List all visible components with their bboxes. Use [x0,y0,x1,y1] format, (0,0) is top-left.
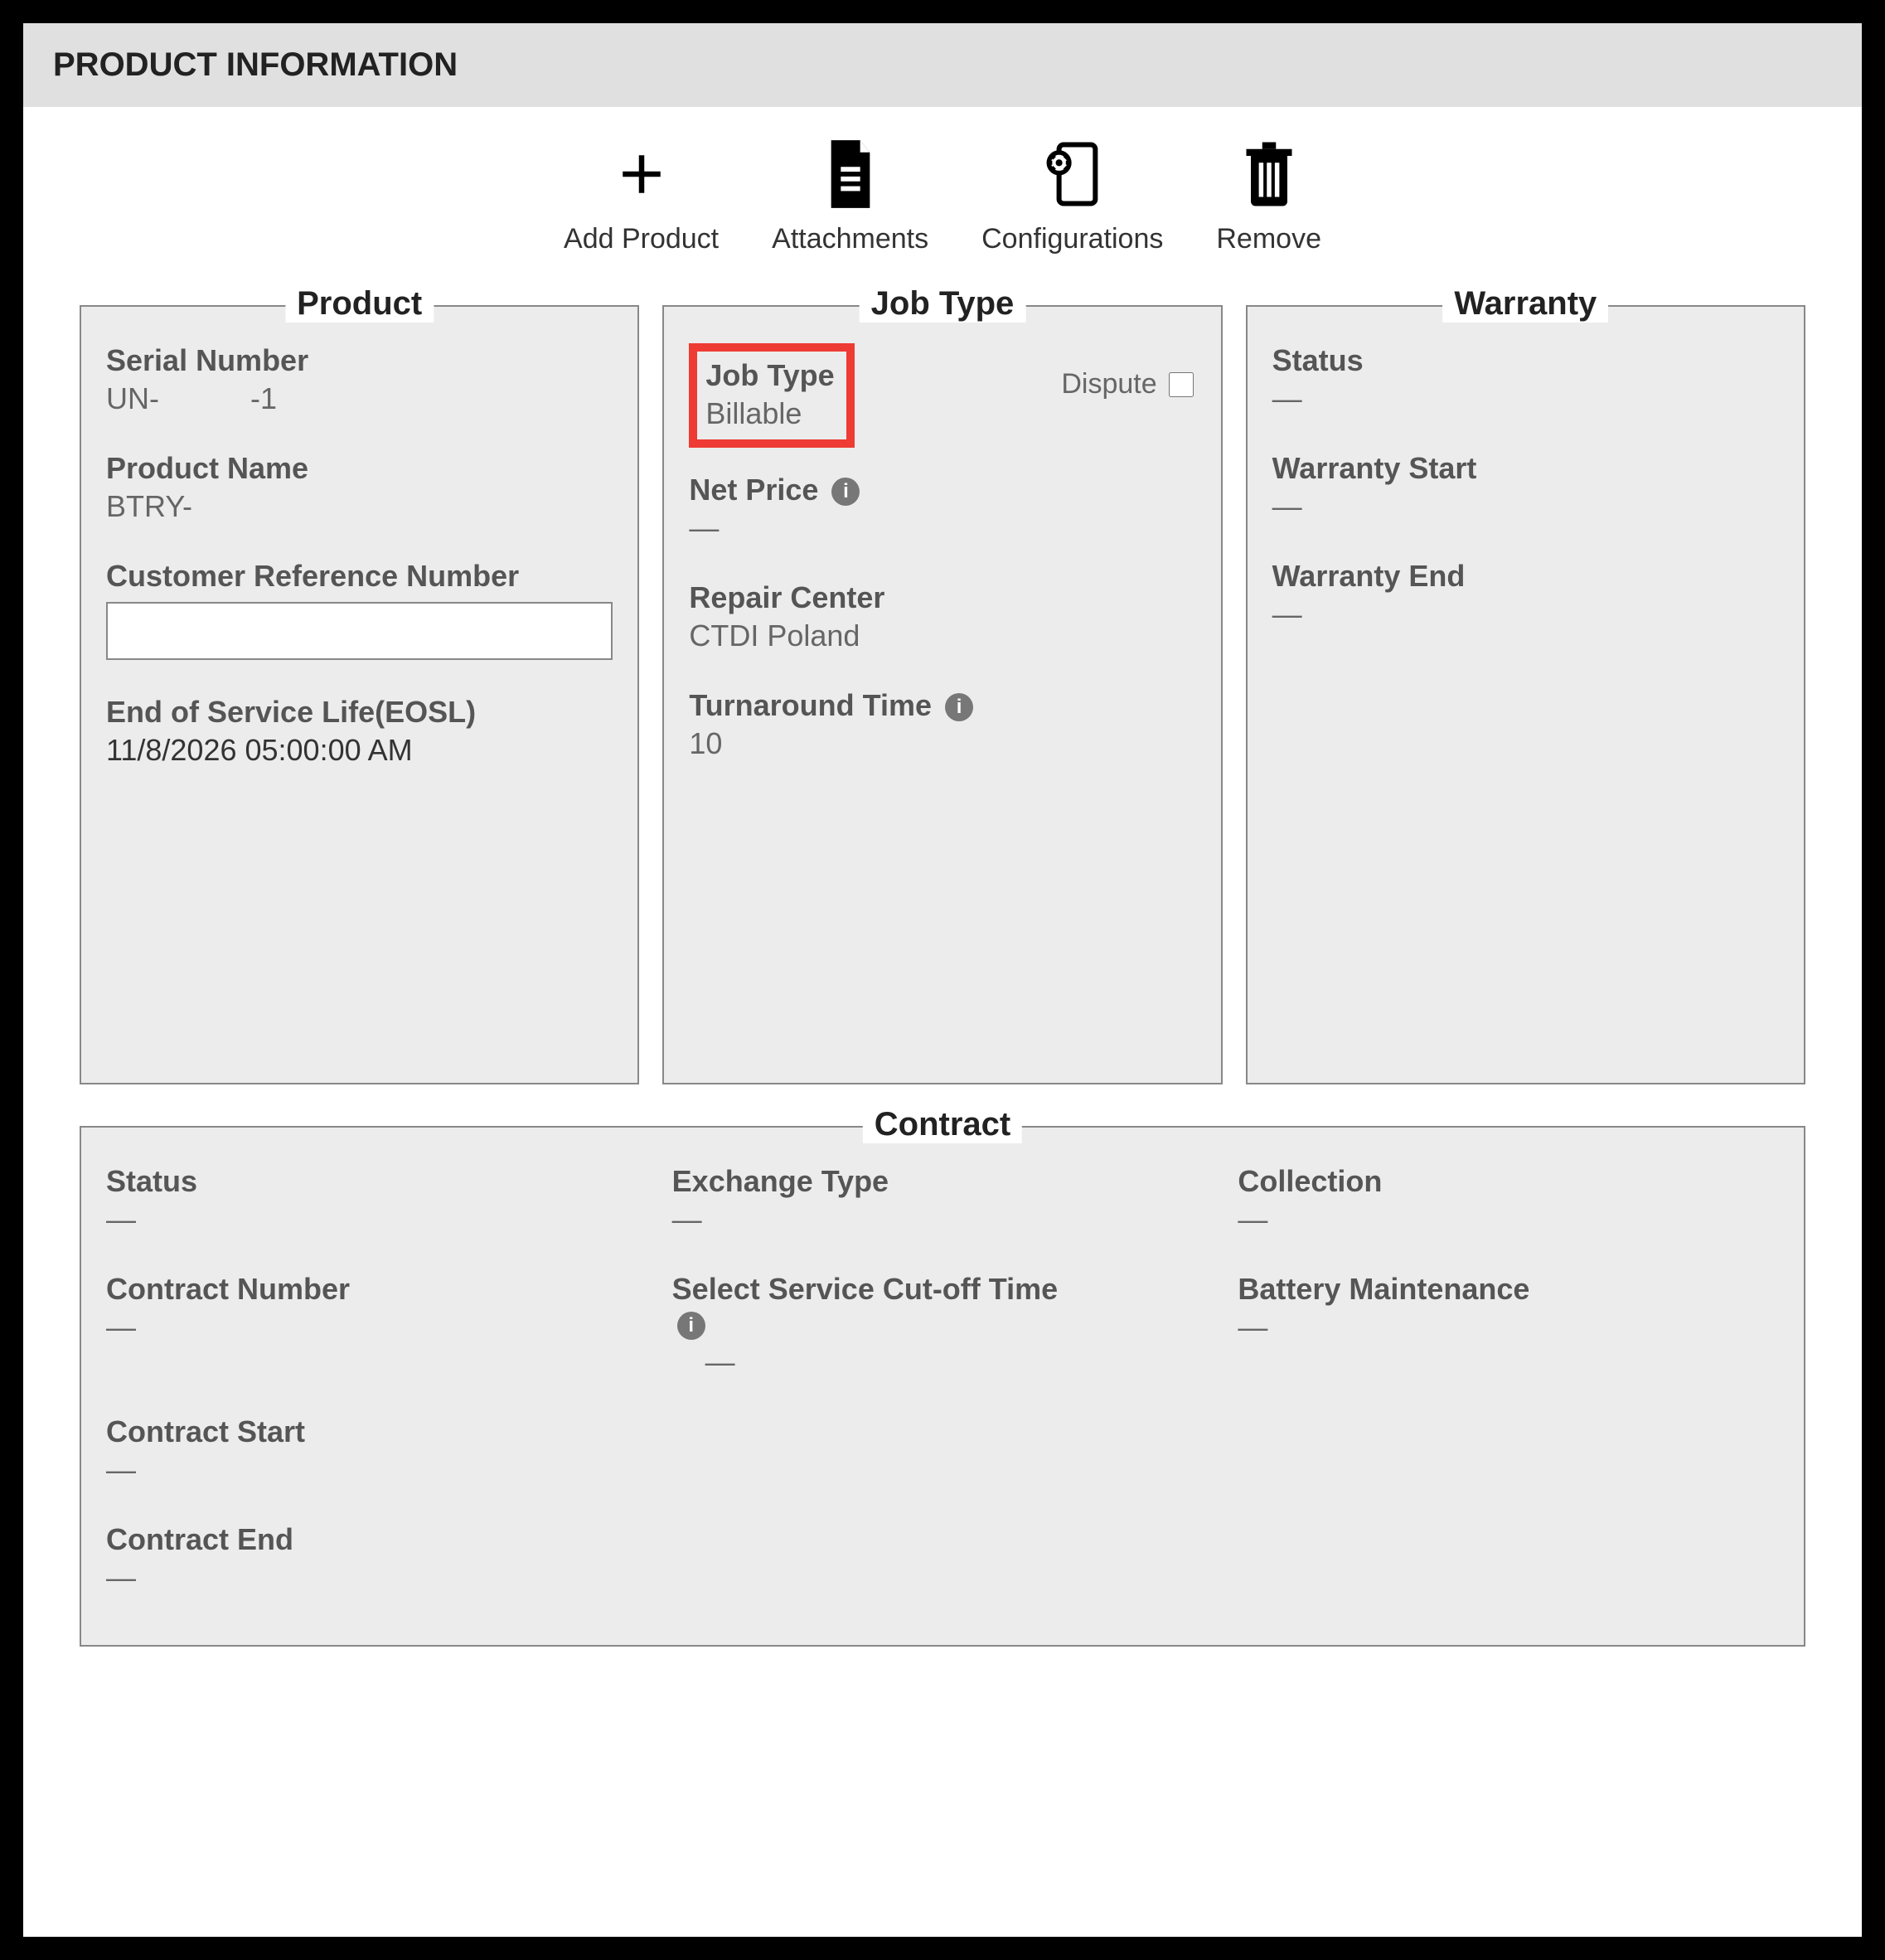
job-type-highlight: Job Type Billable [689,343,854,448]
trash-icon [1242,137,1296,211]
customer-ref-label: Customer Reference Number [106,559,613,594]
serial-number-label: Serial Number [106,343,613,378]
serial-number-value: UN- -1 [106,381,613,416]
info-icon[interactable]: i [831,478,860,506]
warranty-legend: Warranty [1442,285,1608,323]
product-name-value: BTRY- [106,489,613,524]
exchange-type-value: — [672,1202,1214,1237]
info-icon[interactable]: i [677,1312,705,1340]
net-price-value: — [689,511,1195,546]
cutoff-label: Select Service Cut-off Time i [672,1272,1214,1341]
warranty-status-label: Status [1272,343,1779,378]
info-icon[interactable]: i [945,693,973,721]
contract-number-label: Contract Number [106,1272,647,1307]
eosl-value: 11/8/2026 05:00:00 AM [106,733,613,768]
battery-maintenance-label: Battery Maintenance [1238,1272,1779,1307]
product-legend: Product [285,285,434,323]
collection-label: Collection [1238,1164,1779,1199]
contract-legend: Contract [863,1106,1022,1143]
dispute-label: Dispute [1061,368,1156,400]
section-header: PRODUCT INFORMATION [23,23,1862,107]
job-type-legend: Job Type [860,285,1026,323]
product-name-label: Product Name [106,451,613,486]
turnaround-value: 10 [689,726,1195,761]
remove-button[interactable]: Remove [1216,137,1321,255]
warranty-start-value: — [1272,489,1779,524]
repair-center-value: CTDI Poland [689,619,1195,653]
collection-value: — [1238,1202,1779,1237]
document-icon [821,137,880,211]
job-type-value: Billable [705,396,834,431]
contract-number-value: — [106,1310,647,1345]
repair-center-label: Repair Center [689,580,1195,615]
contract-end-label: Contract End [106,1522,647,1557]
contract-start-value: — [106,1453,647,1487]
warranty-end-label: Warranty End [1272,559,1779,594]
remove-label: Remove [1216,223,1321,255]
warranty-panel: Warranty Status — Warranty Start — Warra… [1246,305,1805,1084]
add-product-button[interactable]: Add Product [564,137,719,255]
contract-start-label: Contract Start [106,1414,647,1449]
attachments-label: Attachments [772,223,928,255]
warranty-status-value: — [1272,381,1779,416]
dispute-checkbox[interactable] [1169,372,1194,397]
contract-status-label: Status [106,1164,647,1199]
job-type-panel: Job Type Job Type Billable Dispute [662,305,1222,1084]
exchange-type-label: Exchange Type [672,1164,1214,1199]
add-product-label: Add Product [564,223,719,255]
configurations-label: Configurations [981,223,1163,255]
warranty-end-value: — [1272,597,1779,632]
attachments-button[interactable]: Attachments [772,137,928,255]
contract-panel: Contract Status — Exchange Type — Collec… [80,1126,1805,1647]
customer-ref-input[interactable] [106,602,613,660]
net-price-label: Net Price i [689,473,1195,507]
turnaround-label: Turnaround Time i [689,688,1195,723]
plus-icon [609,137,674,211]
contract-status-value: — [106,1202,647,1237]
configurations-button[interactable]: Configurations [981,137,1163,255]
eosl-label: End of Service Life(EOSL) [106,695,613,730]
product-panel: Product Serial Number UN- -1 Product Nam… [80,305,639,1084]
phone-gear-icon [1045,137,1100,211]
toolbar: Add Product Attachments Configurations [46,137,1839,255]
warranty-start-label: Warranty Start [1272,451,1779,486]
job-type-label: Job Type [705,358,834,393]
cutoff-value: — [705,1345,1214,1380]
contract-end-value: — [106,1560,647,1595]
battery-maintenance-value: — [1238,1310,1779,1345]
